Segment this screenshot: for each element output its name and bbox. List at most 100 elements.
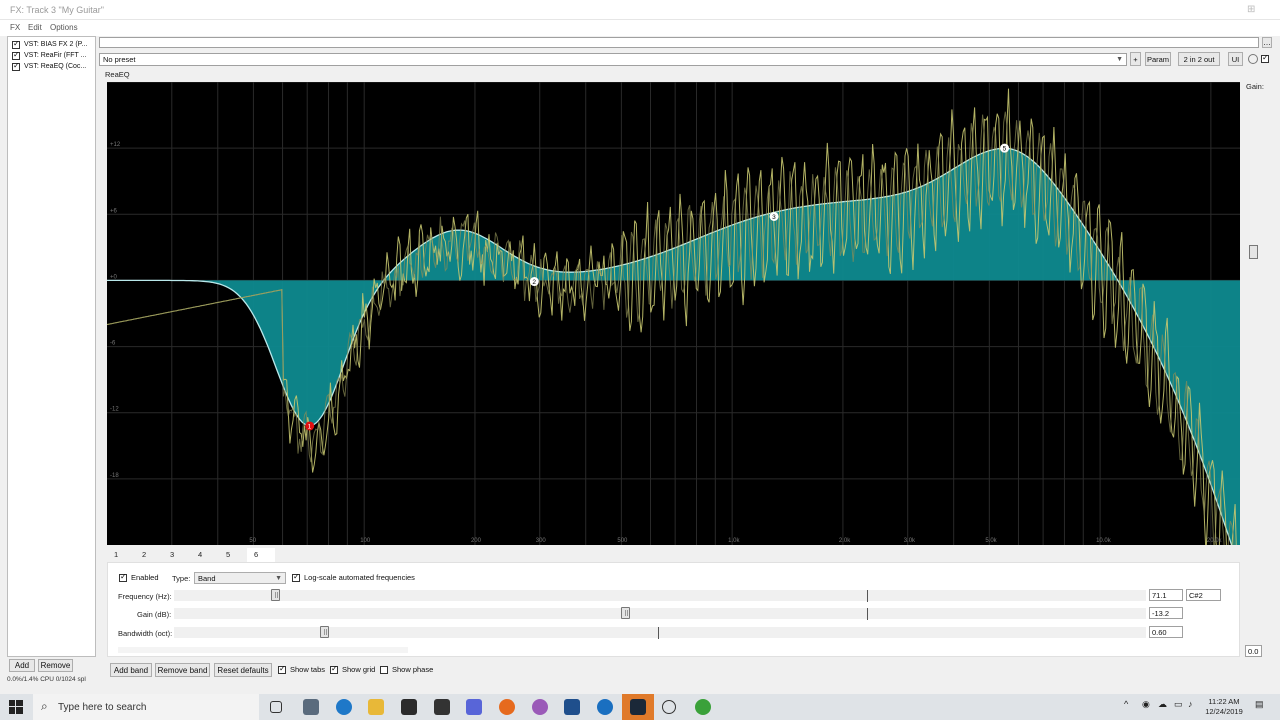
file-explorer-icon[interactable] [368, 699, 384, 715]
network-icon[interactable]: ◉ [1142, 699, 1150, 710]
power-icon[interactable] [1248, 54, 1258, 64]
enabled-label: Enabled [131, 573, 159, 582]
tab-band-4[interactable]: 4 [191, 548, 219, 562]
show-grid-option[interactable]: Show grid [330, 664, 376, 674]
add-fx-button[interactable]: Add [9, 659, 35, 672]
tab-band-6[interactable]: 6 [247, 548, 275, 562]
output-gain-slider[interactable] [1249, 245, 1258, 259]
show-tabs-option[interactable]: Show tabs [278, 664, 325, 674]
fx-item-bias[interactable]: VST: BIAS FX 2 (P... [12, 39, 98, 50]
bypass-checkbox[interactable] [1261, 53, 1269, 63]
steam-icon[interactable] [630, 699, 646, 715]
mail-icon[interactable] [434, 699, 450, 715]
edge-icon[interactable] [336, 699, 352, 715]
output-gain-value[interactable]: 0.0 [1245, 645, 1262, 657]
bandwidth-slider[interactable] [174, 626, 1146, 639]
clock-time: 11:22 AM [1208, 697, 1240, 706]
gain-default-tick [867, 608, 868, 620]
show-grid-label: Show grid [342, 665, 376, 674]
tab-band-3[interactable]: 3 [163, 548, 191, 562]
band-node-label: 2 [532, 279, 536, 286]
x-axis-label: 50 [249, 538, 256, 544]
eq-graph[interactable]: +18+12+6+0-6-12-18501002003005001.0k2.0k… [107, 82, 1240, 545]
gain-slider[interactable] [174, 607, 1146, 620]
x-axis-label: 5.0k [985, 538, 997, 544]
band-enabled[interactable]: Enabled [119, 572, 159, 582]
browse-button[interactable]: … [1262, 37, 1272, 48]
app-icon-2[interactable] [532, 699, 548, 715]
reset-defaults-button[interactable]: Reset defaults [214, 663, 272, 677]
frequency-slider-thumb[interactable] [271, 589, 281, 601]
add-preset-button[interactable]: + [1130, 52, 1141, 66]
cloud-icon[interactable]: ☁ [1158, 699, 1167, 710]
show-phase-checkbox[interactable] [380, 665, 388, 674]
gain-label: Gain: [1246, 82, 1264, 91]
remove-band-button[interactable]: Remove band [155, 663, 210, 677]
windows-start-icon[interactable] [9, 700, 23, 714]
param-button[interactable]: Param [1145, 52, 1171, 66]
tab-band-5[interactable]: 5 [219, 548, 247, 562]
app-icon-3[interactable] [564, 699, 580, 715]
battery-icon[interactable]: ▭ [1174, 699, 1183, 710]
ui-button[interactable]: UI [1228, 52, 1243, 66]
reaper-icon[interactable] [662, 700, 676, 714]
app-icon-4[interactable] [597, 699, 613, 715]
type-dropdown[interactable]: Band ▼ [194, 572, 286, 584]
fx-chain-list[interactable]: VST: BIAS FX 2 (P... VST: ReaFir (FFT ..… [7, 36, 96, 657]
band-panel: Enabled Type: Band ▼ Log-scale automated… [107, 562, 1240, 657]
fx-enable-checkbox[interactable] [12, 61, 20, 71]
eq-graph-svg[interactable]: +18+12+6+0-6-12-18501002003005001.0k2.0k… [107, 82, 1240, 545]
gain-db-label: Gain (dB): [137, 610, 172, 619]
bandwidth-label: Bandwidth (oct): [118, 629, 173, 638]
y-axis-label: -6 [110, 341, 116, 347]
gain-value[interactable]: -13.2 [1149, 607, 1183, 619]
menu-fx[interactable]: FX [10, 23, 20, 32]
tab-band-2[interactable]: 2 [135, 548, 163, 562]
frequency-value[interactable]: 71.1 [1149, 589, 1183, 601]
taskbar-clock[interactable]: 11:22 AM 12/24/2019 [1200, 697, 1248, 717]
frequency-note[interactable]: C#2 [1186, 589, 1221, 601]
store-icon[interactable] [401, 699, 417, 715]
enabled-checkbox[interactable] [119, 572, 127, 582]
show-phase-option[interactable]: Show phase [380, 665, 433, 674]
show-grid-checkbox[interactable] [330, 664, 338, 674]
cpu-status: 0.0%/1.4% CPU 0/1024 spl [7, 676, 86, 683]
fx-enable-checkbox[interactable] [12, 39, 20, 49]
firefox-icon[interactable] [499, 699, 515, 715]
remove-fx-button[interactable]: Remove [38, 659, 73, 672]
preset-value: No preset [103, 55, 136, 64]
active-app-highlight[interactable] [622, 694, 654, 720]
chrome-icon[interactable] [695, 699, 711, 715]
bandwidth-value[interactable]: 0.60 [1149, 626, 1183, 638]
band-scrollbar[interactable] [118, 647, 408, 653]
logscale-option[interactable]: Log-scale automated frequencies [292, 572, 415, 582]
fx-item-reafir[interactable]: VST: ReaFir (FFT ... [12, 50, 98, 61]
x-axis-label: 3.0k [904, 538, 916, 544]
task-view-icon[interactable] [270, 701, 282, 713]
preset-dropdown[interactable]: No preset ▼ [99, 53, 1127, 66]
menubar: FX Edit Options [0, 20, 1280, 36]
fx-item-reaeq[interactable]: VST: ReaEQ (Coc... [12, 61, 98, 72]
add-band-button[interactable]: Add band [110, 663, 152, 677]
taskbar-search[interactable]: ⌕ Type here to search [33, 694, 259, 720]
gain-slider-thumb[interactable] [621, 607, 631, 619]
frequency-slider[interactable] [174, 589, 1146, 602]
frequency-default-tick [867, 590, 868, 602]
io-button[interactable]: 2 in 2 out [1178, 52, 1220, 66]
fx-enable-checkbox[interactable] [12, 50, 20, 60]
app-icon-1[interactable] [303, 699, 319, 715]
pin-icon[interactable]: ⊞ [1247, 4, 1258, 15]
frequency-label: Frequency (Hz): [118, 592, 172, 601]
volume-icon[interactable]: ♪ [1188, 699, 1193, 709]
bandwidth-slider-thumb[interactable] [319, 626, 329, 638]
tab-band-1[interactable]: 1 [107, 548, 135, 562]
taskbar: ⌕ Type here to search ^ ◉ ☁ ▭ ♪ 11:22 AM… [0, 694, 1280, 720]
show-tabs-checkbox[interactable] [278, 664, 286, 674]
notification-icon[interactable]: ▤ [1255, 699, 1264, 710]
discord-icon[interactable] [466, 699, 482, 715]
menu-edit[interactable]: Edit [28, 23, 42, 32]
logscale-checkbox[interactable] [292, 572, 300, 582]
menu-options[interactable]: Options [50, 23, 78, 32]
fx-name-field[interactable] [99, 37, 1259, 48]
chevron-up-icon[interactable]: ^ [1124, 699, 1128, 709]
